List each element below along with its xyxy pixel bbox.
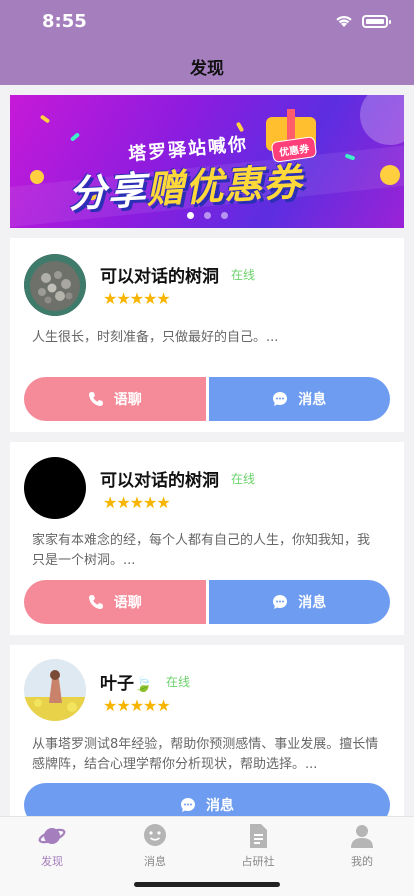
leaf-icon: 🍃 (134, 675, 153, 693)
promo-banner[interactable]: 优惠券 塔罗驿站喊你 分享赠优惠券 (10, 95, 404, 228)
person-icon (351, 825, 373, 848)
carousel-dot[interactable] (220, 212, 228, 219)
advisor-card[interactable]: 叶子🍃 在线 ★★★★★ 从事塔罗测试8年经验，帮助你预测感情、事业发展。擅长情… (10, 645, 404, 845)
action-buttons: 语聊 消息 (24, 580, 390, 624)
voice-chat-label: 语聊 (113, 595, 142, 611)
message-icon (181, 798, 195, 812)
message-icon (273, 392, 288, 406)
star-rating: ★★★★★ (103, 696, 171, 715)
star-rating: ★★★★★ (103, 493, 171, 512)
tab-research[interactable]: 占研社 (218, 821, 298, 869)
tab-discover-label: 发现 (41, 855, 63, 868)
advisor-name-text: 叶子 (100, 674, 134, 694)
tab-discover[interactable]: 发现 (12, 821, 92, 869)
carousel-dot[interactable] (203, 212, 211, 219)
voice-chat-button[interactable]: 语聊 (24, 377, 206, 421)
stones-image (24, 254, 86, 316)
message-button[interactable]: 消息 (208, 580, 390, 624)
action-buttons: 语聊 消息 (24, 377, 390, 421)
tab-profile[interactable]: 我的 (322, 821, 402, 869)
portrait-image (24, 659, 86, 721)
chat-bubble-icon (144, 824, 166, 846)
advisor-description: 家家有本难念的经，每个人都有自己的人生，你知我知，我只是一个树洞。... (32, 533, 371, 568)
message-label: 消息 (298, 595, 327, 611)
advisor-description: 人生很长，时刻准备，只做最好的自己。... (32, 330, 279, 345)
online-status: 在线 (166, 675, 191, 689)
carousel-dot[interactable] (186, 212, 194, 219)
advisor-name: 可以对话的树洞 (100, 471, 219, 491)
avatar[interactable] (24, 457, 86, 519)
phone-icon (88, 595, 103, 609)
tab-research-label: 占研社 (241, 855, 275, 868)
advisor-name: 叶子🍃 (100, 669, 153, 694)
status-time: 8:55 (42, 11, 87, 32)
advisor-card[interactable]: 可以对话的树洞 在线 ★★★★★ 家家有本难念的经，每个人都有自己的人生，你知我… (10, 442, 404, 635)
advisor-card[interactable]: 可以对话的树洞 在线 ★★★★★ 人生很长，时刻准备，只做最好的自己。... 语… (10, 238, 404, 432)
wifi-icon (336, 15, 352, 27)
message-icon (273, 595, 288, 609)
banner-headline-b: 赠优惠券 (145, 159, 304, 213)
message-label: 消息 (206, 798, 234, 814)
online-status: 在线 (231, 268, 256, 282)
nav-header: 8:55 发现 (0, 0, 414, 85)
star-rating: ★★★★★ (103, 289, 171, 308)
voice-chat-button[interactable]: 语聊 (24, 580, 206, 624)
message-label: 消息 (298, 392, 327, 408)
battery-icon (362, 14, 391, 28)
avatar[interactable] (24, 254, 86, 316)
document-icon (250, 824, 267, 848)
banner-headline-a: 分享 (67, 168, 148, 217)
carousel-dots[interactable] (10, 212, 404, 219)
tab-messages[interactable]: 消息 (115, 821, 195, 869)
avatar[interactable] (24, 659, 86, 721)
status-icons (334, 14, 391, 28)
online-status: 在线 (231, 472, 256, 486)
home-indicator (134, 882, 280, 887)
voice-chat-label: 语聊 (113, 392, 142, 408)
phone-icon (88, 392, 103, 406)
tab-messages-label: 消息 (144, 855, 166, 868)
message-button[interactable]: 消息 (208, 377, 390, 421)
tab-profile-label: 我的 (351, 855, 373, 868)
advisor-name: 可以对话的树洞 (100, 267, 219, 287)
advisor-description: 从事塔罗测试8年经验，帮助你预测感情、事业发展。擅长情感牌阵，结合心理学帮你分析… (32, 737, 379, 772)
page-title: 发现 (190, 59, 224, 79)
banner-headline: 分享赠优惠券 (67, 151, 304, 218)
planet-icon (38, 828, 66, 844)
